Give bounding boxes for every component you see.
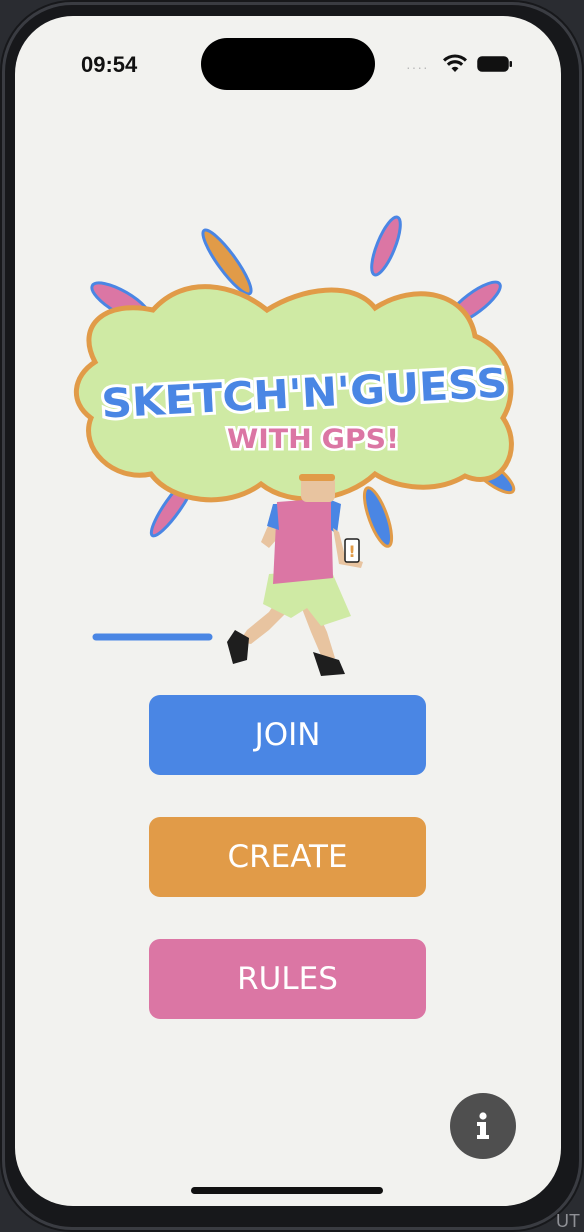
signal-icon: ···· [406,59,429,75]
logo-subtitle: WITH GPS! [227,424,399,455]
burst-ray [370,215,402,277]
runner-figure: ! [227,474,363,676]
wifi-icon [443,54,467,72]
corner-text: UT [556,1211,580,1231]
join-button[interactable]: JOIN [149,695,426,775]
home-indicator[interactable] [191,1187,383,1194]
sketch-n-guess-logo: SKETCH'N'GUESS WITH GPS! ! [73,215,516,676]
phone-frame: 09:54 ···· SKETCH'N'GUESS WITH GPS! ! JO… [0,0,584,1232]
create-button[interactable]: CREATE [149,817,426,897]
info-icon [477,1112,489,1139]
rules-button[interactable]: RULES [149,939,426,1019]
app-screen: 09:54 ···· SKETCH'N'GUESS WITH GPS! ! JO… [15,16,561,1206]
phone-exclamation: ! [348,542,355,561]
status-time: 09:54 [81,52,138,77]
dynamic-island [201,38,375,90]
battery-icon [477,56,512,72]
info-button[interactable] [450,1093,516,1159]
burst-ray [362,486,394,548]
